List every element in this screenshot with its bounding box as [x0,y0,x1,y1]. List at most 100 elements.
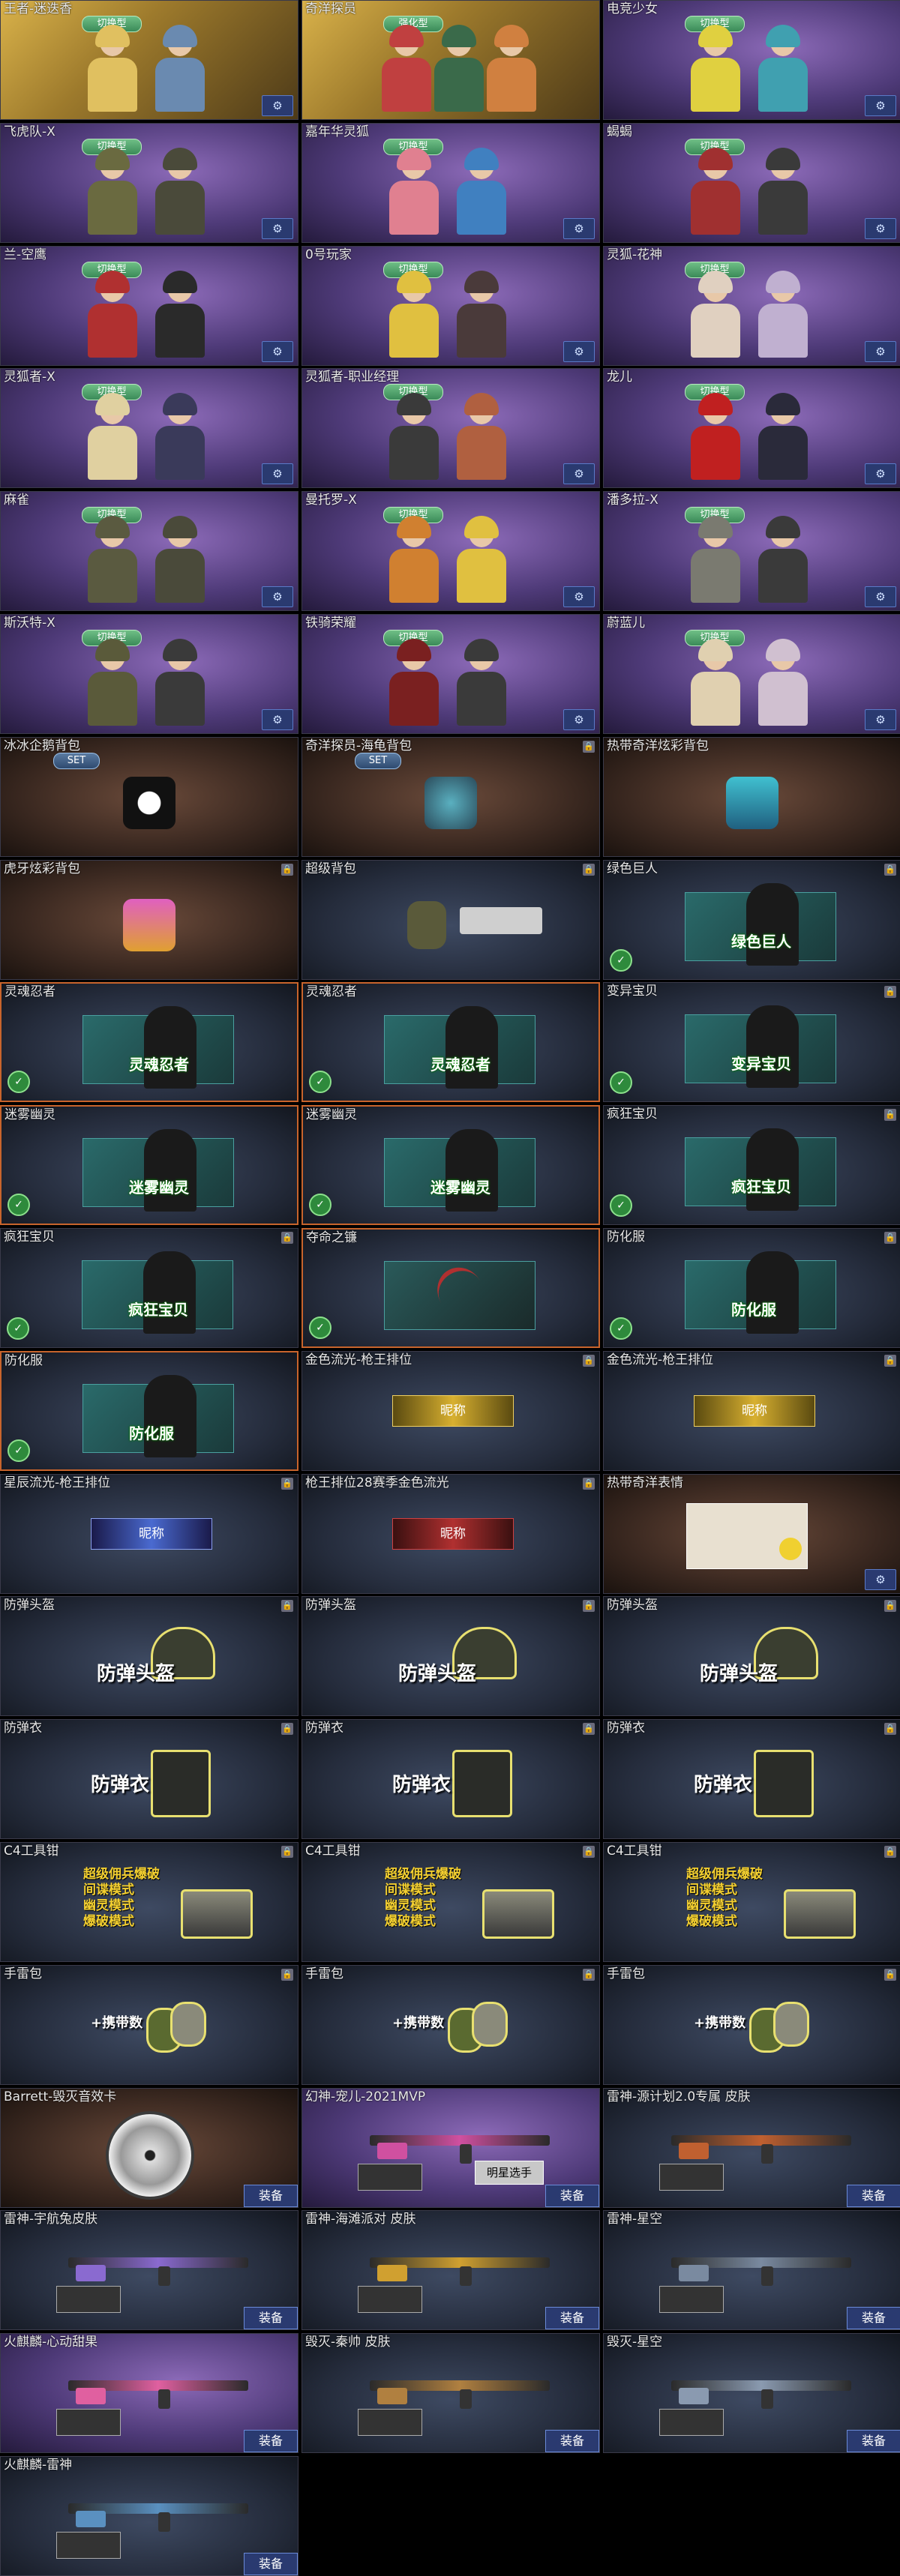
inventory-card[interactable]: 冰冰企鹅背包 SET [0,736,298,857]
settings-gear-icon[interactable]: ⚙ [563,463,595,485]
figure-hair [163,147,197,170]
inventory-card[interactable]: 超级背包 🔒 [302,859,600,980]
settings-gear-icon[interactable]: ⚙ [262,709,293,730]
inventory-card[interactable]: 疯狂宝贝 🔒 疯狂宝贝 ✓ [0,1228,298,1348]
equip-button[interactable]: 装备 [244,2307,298,2330]
inventory-card[interactable]: 迷雾幽灵 迷雾幽灵 ✓ [0,1105,298,1226]
inventory-card[interactable]: 手雷包 🔒 +携带数 [302,1964,600,2085]
inventory-card[interactable]: 枪王排位28赛季金色流光 🔒 昵称 [302,1473,600,1594]
rifle-mag-icon [158,2512,170,2532]
rifle-stock-icon [377,2142,407,2159]
settings-gear-icon[interactable]: ⚙ [262,95,293,116]
inventory-card[interactable]: 手雷包 🔒 +携带数 [603,1964,900,2085]
lock-icon: 🔒 [583,1477,595,1490]
settings-gear-icon[interactable]: ⚙ [865,1568,896,1590]
settings-gear-icon[interactable]: ⚙ [262,463,293,485]
inventory-card[interactable]: 雷神-宇航兔皮肤 装备 [0,2210,298,2331]
inventory-card[interactable]: 蝎蝎 切换型 ⚙ [603,122,900,243]
inventory-card[interactable]: 雷神-源计划2.0专属 皮肤 装备 [603,2087,900,2208]
inventory-card[interactable]: 飞虎队-X 切换型 ⚙ [0,122,298,243]
figure-body [691,303,740,358]
equip-button[interactable]: 装备 [847,2307,900,2330]
inventory-card[interactable]: 夺命之镰 ✓ [302,1228,600,1348]
equip-button[interactable]: 装备 [244,2553,298,2575]
settings-gear-icon[interactable]: ⚙ [563,340,595,362]
inventory-card[interactable]: 金色流光-枪王排位 🔒 昵称 [603,1350,900,1471]
inventory-card[interactable]: 虎牙炫彩背包 🔒 [0,859,298,980]
inventory-card[interactable]: C4工具钳 🔒 超级佣兵爆破 间谍模式 幽灵模式 爆破模式 [603,1842,900,1962]
inventory-card[interactable]: 奇洋探员 强化型 [302,0,600,120]
inventory-card[interactable]: 防弹衣 🔒 防弹衣 [302,1719,600,1840]
settings-gear-icon[interactable]: ⚙ [563,586,595,608]
inventory-card[interactable]: C4工具钳 🔒 超级佣兵爆破 间谍模式 幽灵模式 爆破模式 [302,1842,600,1962]
inventory-card[interactable]: 电竞少女 切换型 ⚙ [603,0,900,120]
equip-button[interactable]: 装备 [244,2184,298,2207]
inventory-card[interactable]: 灵狐者-职业经理 切换型 ⚙ [302,368,600,489]
inventory-card[interactable]: 灵魂忍者 灵魂忍者 ✓ [0,982,298,1103]
inventory-card[interactable]: 毁灭-秦帅 皮肤 装备 [302,2333,600,2454]
inventory-card[interactable]: 防弹衣 🔒 防弹衣 [0,1719,298,1840]
inventory-card[interactable]: C4工具钳 🔒 超级佣兵爆破 间谍模式 幽灵模式 爆破模式 [0,1842,298,1962]
inventory-card[interactable]: 兰-空鹰 切换型 ⚙ [0,245,298,366]
equip-button[interactable]: 装备 [545,2430,599,2453]
inventory-card[interactable]: 灵狐-花神 切换型 ⚙ [603,245,900,366]
inventory-card[interactable]: 灵狐者-X 切换型 ⚙ [0,368,298,489]
inventory-card[interactable]: 毁灭-星空 装备 [603,2333,900,2454]
inventory-card[interactable]: 防弹衣 🔒 防弹衣 [603,1719,900,1840]
inventory-card[interactable]: 灵魂忍者 灵魂忍者 ✓ [302,982,600,1103]
settings-gear-icon[interactable]: ⚙ [262,217,293,239]
inventory-card[interactable]: 热带奇洋表情 ⚙ [603,1473,900,1594]
settings-gear-icon[interactable]: ⚙ [865,586,896,608]
inventory-card[interactable]: 蔚蓝儿 切换型 ⚙ [603,614,900,734]
settings-gear-icon[interactable]: ⚙ [865,340,896,362]
inventory-card[interactable]: 铁骑荣耀 切换型 ⚙ [302,614,600,734]
equip-button[interactable]: 装备 [545,2184,599,2207]
inventory-card[interactable]: 防化服 🔒 防化服 ✓ [603,1228,900,1348]
inventory-card[interactable]: 奇洋探员-海龟背包 SET 🔒 [302,736,600,857]
inventory-card[interactable]: 幻神-宠儿-2021MVP 明星选手 装备 [302,2087,600,2208]
inventory-card[interactable]: 0号玩家 切换型 ⚙ [302,245,600,366]
equip-button[interactable]: 装备 [847,2184,900,2207]
inventory-card[interactable]: 雷神-海滩派对 皮肤 装备 [302,2210,600,2331]
lock-icon: 🔒 [281,1968,293,1981]
figure-body [155,426,205,481]
inventory-card[interactable]: 疯狂宝贝 🔒 疯狂宝贝 ✓ [603,1105,900,1226]
settings-gear-icon[interactable]: ⚙ [563,709,595,730]
settings-gear-icon[interactable]: ⚙ [262,340,293,362]
inventory-card[interactable]: 麻雀 切换型 ⚙ [0,491,298,612]
inventory-card[interactable]: Barrett-毁灭音效卡 装备 [0,2087,298,2208]
settings-gear-icon[interactable]: ⚙ [865,463,896,485]
card-title: 奇洋探员-海龟背包 [305,738,412,753]
inventory-card[interactable]: 变异宝贝 🔒 变异宝贝 ✓ [603,982,900,1103]
inventory-card[interactable]: 绿色巨人 🔒 绿色巨人 ✓ [603,859,900,980]
equip-button[interactable]: 装备 [244,2430,298,2453]
inventory-card[interactable]: 迷雾幽灵 迷雾幽灵 ✓ [302,1105,600,1226]
inventory-card[interactable]: 王者-迷迭香 切换型 ⚙ [0,0,298,120]
equip-button[interactable]: 装备 [545,2307,599,2330]
inventory-card[interactable]: 嘉年华灵狐 切换型 ⚙ [302,122,600,243]
inventory-card[interactable]: 金色流光-枪王排位 🔒 昵称 [302,1350,600,1471]
figure-hair [464,393,499,416]
inventory-card[interactable]: 星辰流光-枪王排位 🔒 昵称 [0,1473,298,1594]
settings-gear-icon[interactable]: ⚙ [563,217,595,239]
settings-gear-icon[interactable]: ⚙ [865,217,896,239]
inventory-card[interactable]: 防化服 防化服 ✓ [0,1350,298,1471]
inventory-card[interactable]: 防弹头盔 🔒 防弹头盔 [603,1596,900,1717]
inventory-card[interactable]: 潘多拉-X 切换型 ⚙ [603,491,900,612]
inventory-card[interactable]: 曼托罗-X 切换型 ⚙ [302,491,600,612]
inventory-card[interactable]: 火麒麟-心动甜果 装备 [0,2333,298,2454]
settings-gear-icon[interactable]: ⚙ [865,95,896,116]
inventory-card[interactable]: 防弹头盔 🔒 防弹头盔 [0,1596,298,1717]
inventory-card[interactable]: 手雷包 🔒 +携带数 [0,1964,298,2085]
inventory-card[interactable]: 龙儿 切换型 ⚙ [603,368,900,489]
inventory-card[interactable]: 斯沃特-X 切换型 ⚙ [0,614,298,734]
inventory-card[interactable]: 防弹头盔 🔒 防弹头盔 [302,1596,600,1717]
panel-label: 迷雾幽灵 [430,1179,490,1197]
settings-gear-icon[interactable]: ⚙ [865,709,896,730]
inventory-card[interactable]: 火麒麟-雷神 装备 [0,2456,298,2576]
equip-button[interactable]: 装备 [847,2430,900,2453]
inventory-card[interactable]: 雷神-星空 装备 [603,2210,900,2331]
card-title: 绿色巨人 [607,861,658,876]
settings-gear-icon[interactable]: ⚙ [262,586,293,608]
inventory-card[interactable]: 热带奇洋炫彩背包 [603,736,900,857]
